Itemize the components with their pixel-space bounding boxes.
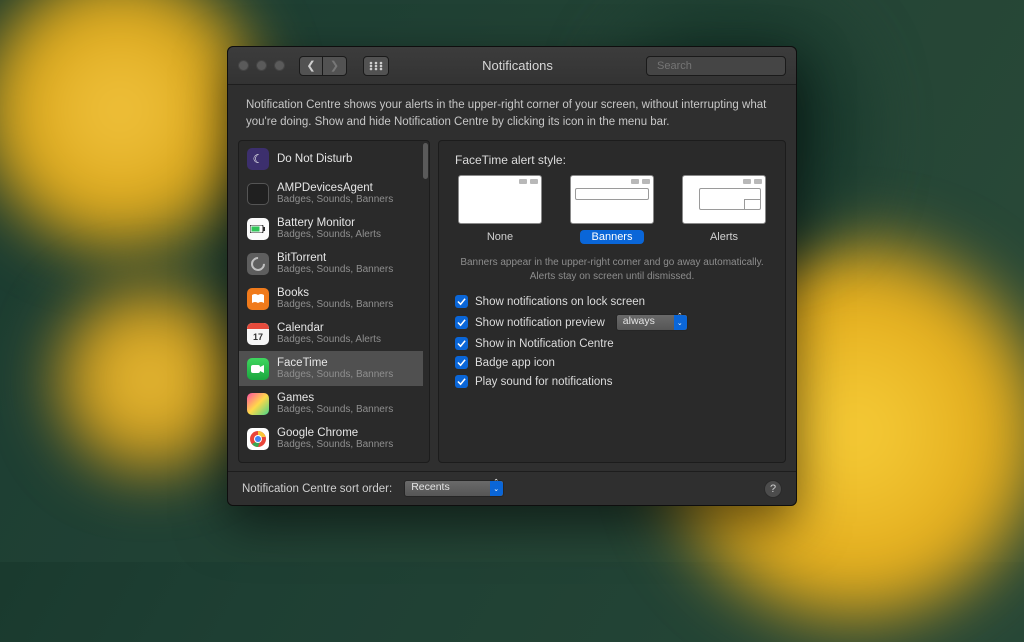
sidebar-item-facetime[interactable]: FaceTimeBadges, Sounds, Banners bbox=[239, 351, 423, 386]
alert-style-label: Alerts bbox=[698, 230, 750, 244]
titlebar: ❮ ❯ Notifications bbox=[228, 47, 796, 85]
sidebar-item-games[interactable]: GamesBadges, Sounds, Banners bbox=[239, 386, 423, 421]
alert-style-banners[interactable]: Banners bbox=[567, 175, 657, 244]
alert-preview-banners bbox=[570, 175, 654, 224]
check-lock-screen[interactable]: Show notifications on lock screen bbox=[455, 295, 769, 308]
games-icon bbox=[247, 393, 269, 415]
sidebar-item-sub: Badges, Sounds, Alerts bbox=[277, 334, 381, 345]
back-button[interactable]: ❮ bbox=[299, 56, 323, 76]
chrome-icon bbox=[247, 428, 269, 450]
checkbox-icon bbox=[455, 356, 468, 369]
check-in-centre[interactable]: Show in Notification Centre bbox=[455, 337, 769, 350]
sidebar-item-label: Do Not Disturb bbox=[277, 153, 352, 165]
sidebar-item-label: AMPDevicesAgent bbox=[277, 182, 393, 194]
sidebar-item-label: Books bbox=[277, 287, 393, 299]
check-label: Show notification preview bbox=[475, 317, 605, 329]
sidebar-item-books[interactable]: BooksBadges, Sounds, Banners bbox=[239, 281, 423, 316]
checkbox-icon bbox=[455, 337, 468, 350]
calendar-icon: 17 bbox=[247, 323, 269, 345]
detail-panel: FaceTime alert style: None Banners Alert… bbox=[438, 140, 786, 463]
sidebar-item-label: Google Chrome bbox=[277, 427, 393, 439]
search-input[interactable] bbox=[657, 60, 799, 72]
sidebar-item-calendar[interactable]: 17 CalendarBadges, Sounds, Alerts bbox=[239, 316, 423, 351]
sidebar-item-sub: Badges, Sounds, Banners bbox=[277, 404, 393, 415]
preview-mode-select[interactable]: always bbox=[616, 314, 688, 331]
checkbox-icon bbox=[455, 316, 468, 329]
sidebar-item-do-not-disturb[interactable]: ☾ Do Not Disturb bbox=[239, 141, 423, 176]
search-field[interactable] bbox=[646, 56, 786, 76]
check-badge[interactable]: Badge app icon bbox=[455, 356, 769, 369]
sidebar-item-label: BitTorrent bbox=[277, 252, 393, 264]
zoom-icon[interactable] bbox=[274, 60, 285, 71]
bittorrent-icon bbox=[247, 253, 269, 275]
close-icon[interactable] bbox=[238, 60, 249, 71]
check-preview[interactable]: Show notification preview always bbox=[455, 314, 769, 331]
sidebar-item-google-chrome[interactable]: Google ChromeBadges, Sounds, Banners bbox=[239, 421, 423, 456]
check-label: Show in Notification Centre bbox=[475, 338, 614, 350]
sort-order-label: Notification Centre sort order: bbox=[242, 483, 392, 495]
books-icon bbox=[247, 288, 269, 310]
select-value: always bbox=[623, 315, 655, 327]
sidebar-item-sub: Badges, Sounds, Alerts bbox=[277, 229, 381, 240]
sidebar-item-bittorrent[interactable]: BitTorrentBadges, Sounds, Banners bbox=[239, 246, 423, 281]
alert-style-hint: Banners appear in the upper-right corner… bbox=[455, 250, 769, 295]
footer: Notification Centre sort order: Recents … bbox=[228, 471, 796, 505]
checkbox-icon bbox=[455, 295, 468, 308]
alert-style-title: FaceTime alert style: bbox=[455, 153, 769, 167]
alert-style-label: None bbox=[475, 230, 525, 244]
alert-style-label: Banners bbox=[580, 230, 645, 244]
sidebar-item-sub: Badges, Sounds, Banners bbox=[277, 264, 393, 275]
sidebar-item-ampdevicesagent[interactable]: AMPDevicesAgentBadges, Sounds, Banners bbox=[239, 176, 423, 211]
app-list: ☾ Do Not Disturb AMPDevicesAgentBadges, … bbox=[238, 140, 430, 463]
moon-icon: ☾ bbox=[247, 148, 269, 170]
sidebar-item-sub: Badges, Sounds, Banners bbox=[277, 299, 393, 310]
sidebar-item-sub: Badges, Sounds, Banners bbox=[277, 369, 393, 380]
sidebar-item-battery-monitor[interactable]: Battery MonitorBadges, Sounds, Alerts bbox=[239, 211, 423, 246]
scrollbar-thumb[interactable] bbox=[423, 143, 428, 179]
window-controls bbox=[238, 60, 285, 71]
sort-order-select[interactable]: Recents bbox=[404, 480, 504, 497]
select-value: Recents bbox=[411, 481, 450, 493]
show-all-button[interactable] bbox=[363, 56, 389, 76]
check-sound[interactable]: Play sound for notifications bbox=[455, 375, 769, 388]
battery-icon bbox=[247, 218, 269, 240]
sidebar-item-label: Calendar bbox=[277, 322, 381, 334]
sidebar-item-sub: Badges, Sounds, Banners bbox=[277, 194, 393, 205]
forward-button[interactable]: ❯ bbox=[323, 56, 347, 76]
window-title: Notifications bbox=[397, 58, 638, 73]
sidebar-item-sub: Badges, Sounds, Banners bbox=[277, 439, 393, 450]
sidebar-item-label: Games bbox=[277, 392, 393, 404]
notifications-pref-window: ❮ ❯ Notifications Notification Centre sh… bbox=[227, 46, 797, 506]
sidebar-item-label: FaceTime bbox=[277, 357, 393, 369]
help-button[interactable]: ? bbox=[764, 480, 782, 498]
minimize-icon[interactable] bbox=[256, 60, 267, 71]
pane-description: Notification Centre shows your alerts in… bbox=[228, 85, 796, 140]
check-label: Play sound for notifications bbox=[475, 376, 612, 388]
sidebar-item-label: Battery Monitor bbox=[277, 217, 381, 229]
facetime-icon bbox=[247, 358, 269, 380]
alert-preview-alerts bbox=[682, 175, 766, 224]
app-icon bbox=[247, 183, 269, 205]
alert-style-alerts[interactable]: Alerts bbox=[679, 175, 769, 244]
check-label: Badge app icon bbox=[475, 357, 555, 369]
alert-preview-none bbox=[458, 175, 542, 224]
nav-back-forward: ❮ ❯ bbox=[299, 56, 347, 76]
check-label: Show notifications on lock screen bbox=[475, 296, 645, 308]
checkbox-icon bbox=[455, 375, 468, 388]
alert-style-none[interactable]: None bbox=[455, 175, 545, 244]
